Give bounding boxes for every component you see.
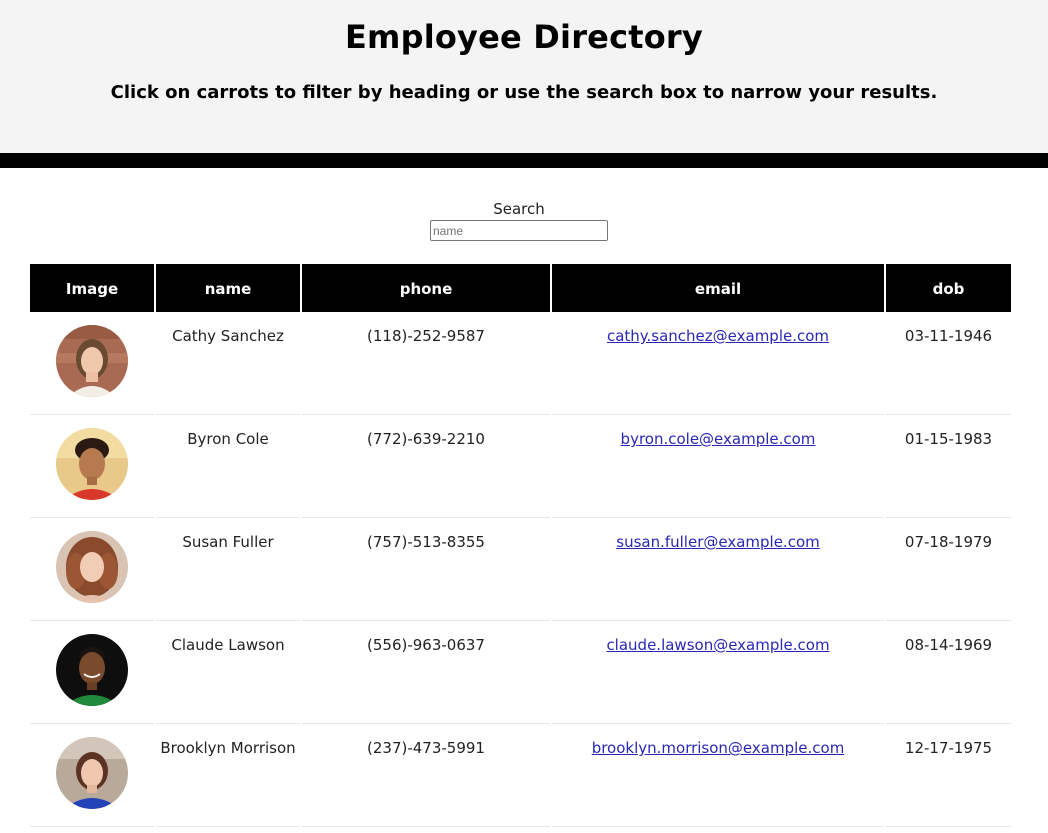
image-cell	[30, 518, 154, 621]
email-cell: brooklyn.morrison@example.com	[552, 724, 884, 827]
avatar	[56, 325, 128, 397]
table-row: Cathy Sanchez (118)-252-9587 cathy.sanch…	[30, 312, 1011, 415]
phone-cell: (772)-639-2210	[302, 415, 550, 518]
table-row: Claude Lawson (556)-963-0637 claude.laws…	[30, 621, 1011, 724]
avatar	[56, 531, 128, 603]
column-header-email[interactable]: email	[552, 264, 884, 312]
phone-cell: (118)-252-9587	[302, 312, 550, 415]
email-cell: claude.lawson@example.com	[552, 621, 884, 724]
search-section: Search	[0, 200, 1048, 241]
column-header-phone[interactable]: phone	[302, 264, 550, 312]
avatar	[56, 634, 128, 706]
email-link[interactable]: brooklyn.morrison@example.com	[592, 739, 845, 757]
email-link[interactable]: byron.cole@example.com	[621, 430, 816, 448]
name-cell: Byron Cole	[156, 415, 300, 518]
table-header: Image name phone email dob	[30, 264, 1011, 312]
phone-cell: (757)-513-8355	[302, 518, 550, 621]
table-row: Byron Cole (772)-639-2210 byron.cole@exa…	[30, 415, 1011, 518]
table-row: Brooklyn Morrison (237)-473-5991 brookly…	[30, 724, 1011, 827]
search-label: Search	[493, 200, 545, 218]
email-link[interactable]: susan.fuller@example.com	[616, 533, 820, 551]
search-input[interactable]	[430, 220, 608, 241]
image-cell	[30, 621, 154, 724]
email-cell: byron.cole@example.com	[552, 415, 884, 518]
column-header-image[interactable]: Image	[30, 264, 154, 312]
dob-cell: 03-11-1946	[886, 312, 1011, 415]
name-cell: Cathy Sanchez	[156, 312, 300, 415]
image-cell	[30, 415, 154, 518]
dob-cell: 07-18-1979	[886, 518, 1011, 621]
page-subtitle: Click on carrots to filter by heading or…	[110, 82, 938, 103]
column-header-name[interactable]: name	[156, 264, 300, 312]
image-cell	[30, 312, 154, 415]
page-header: Employee Directory Click on carrots to f…	[0, 0, 1048, 153]
avatar	[56, 737, 128, 809]
email-link[interactable]: claude.lawson@example.com	[606, 636, 829, 654]
email-link[interactable]: cathy.sanchez@example.com	[607, 327, 829, 345]
dob-cell: 01-15-1983	[886, 415, 1011, 518]
page-title: Employee Directory	[345, 18, 703, 56]
email-cell: susan.fuller@example.com	[552, 518, 884, 621]
dob-cell: 12-17-1975	[886, 724, 1011, 827]
phone-cell: (237)-473-5991	[302, 724, 550, 827]
image-cell	[30, 724, 154, 827]
employee-table: Image name phone email dob Cathy Sanchez…	[28, 264, 1013, 827]
table-row: Susan Fuller (757)-513-8355 susan.fuller…	[30, 518, 1011, 621]
name-cell: Susan Fuller	[156, 518, 300, 621]
header-divider-bar	[0, 153, 1048, 168]
avatar	[56, 428, 128, 500]
email-cell: cathy.sanchez@example.com	[552, 312, 884, 415]
name-cell: Brooklyn Morrison	[156, 724, 300, 827]
name-cell: Claude Lawson	[156, 621, 300, 724]
column-header-dob[interactable]: dob	[886, 264, 1011, 312]
dob-cell: 08-14-1969	[886, 621, 1011, 724]
phone-cell: (556)-963-0637	[302, 621, 550, 724]
